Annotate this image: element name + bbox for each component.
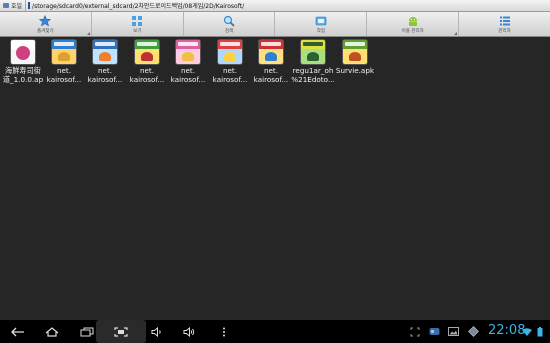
volume-down-icon <box>151 326 161 337</box>
path-separator <box>28 2 31 9</box>
app-manager-label: 어플 관리자 <box>401 28 424 34</box>
fullscreen-toggle[interactable] <box>408 320 422 343</box>
file-name: net. kairosof... <box>129 66 165 84</box>
fullscreen-icon <box>410 327 420 336</box>
file-name: net. kairosof... <box>253 66 289 84</box>
back-button[interactable] <box>8 320 28 343</box>
image-icon <box>447 327 459 336</box>
file-item[interactable]: net. kairosof... <box>167 39 209 84</box>
star-icon <box>39 14 52 27</box>
search-icon <box>223 15 235 27</box>
volume-down-button[interactable] <box>148 320 166 343</box>
wifi-status <box>521 320 533 343</box>
app-thumbnail <box>134 39 160 65</box>
file-name: 海鮮寿司街 道_1.0.0.ap <box>2 66 44 84</box>
overflow-menu-icon <box>223 327 225 336</box>
volume-up-button[interactable] <box>180 320 198 343</box>
home-label: 호일 <box>11 3 23 10</box>
file-item[interactable]: net. kairosof... <box>250 39 292 84</box>
file-grid: 海鮮寿司街 道_1.0.0.ap net. kairosof... net. k… <box>0 38 550 318</box>
app-manager-button[interactable]: 어플 관리자 <box>367 12 460 36</box>
toolbar: 즐겨찾기 보기 검색 작업 어플 관리자 관리자 <box>0 12 550 37</box>
app-thumbnail <box>300 39 326 65</box>
file-name: net. kairosof... <box>170 66 206 84</box>
file-name: Survie.apk <box>335 66 375 75</box>
volume-up-icon <box>183 326 195 337</box>
favorites-button[interactable]: 즐겨찾기 <box>0 12 92 36</box>
app-thumbnail <box>175 39 201 65</box>
battery-icon <box>537 326 543 336</box>
search-label: 검색 <box>224 28 234 34</box>
recent-apps-icon <box>80 327 94 336</box>
android-icon <box>408 16 417 26</box>
gamepad-icon <box>429 328 439 335</box>
file-name: net. kairosof... <box>212 66 248 84</box>
home-nav-button[interactable] <box>42 320 62 343</box>
task-button[interactable]: 작업 <box>275 12 368 36</box>
task-label: 작업 <box>316 28 326 34</box>
list-icon <box>499 16 510 25</box>
app-thumbnail <box>217 39 243 65</box>
system-navigation-bar: 22:08 <box>0 320 550 343</box>
manager-label: 관리자 <box>498 28 511 34</box>
file-item[interactable]: regu1ar_oh %21Edoto... <box>291 39 335 84</box>
home-nav-icon <box>45 326 59 337</box>
view-button[interactable]: 보기 <box>92 12 184 36</box>
path-bar[interactable]: 호일 /storage/sdcard0/external_sdcard/2차안드… <box>0 0 550 12</box>
diamond-app-icon <box>467 326 479 337</box>
app-thumbnail <box>51 39 77 65</box>
file-name: net. kairosof... <box>46 66 82 84</box>
view-icon <box>132 15 143 26</box>
corner-indicator <box>86 32 90 35</box>
file-name: net. kairosof... <box>87 66 123 84</box>
file-item[interactable]: net. kairosof... <box>209 39 251 84</box>
file-item[interactable]: net. kairosof... <box>84 39 126 84</box>
home-button[interactable]: 호일 <box>0 0 27 11</box>
app-thumbnail <box>10 39 36 65</box>
current-path: /storage/sdcard0/external_sdcard/2차안드로이드… <box>32 3 245 10</box>
recent-apps-button[interactable] <box>77 320 97 343</box>
battery-status <box>535 320 545 343</box>
corner-indicator <box>454 32 458 35</box>
app-thumbnail <box>92 39 118 65</box>
notification-game-icon[interactable] <box>427 320 441 343</box>
app-thumbnail <box>258 39 284 65</box>
file-item[interactable]: Survie.apk <box>334 39 376 76</box>
favorites-label: 즐겨찾기 <box>37 28 54 34</box>
app-thumbnail <box>342 39 368 65</box>
notification-app-icon[interactable] <box>466 320 480 343</box>
home-icon <box>3 3 9 8</box>
manager-button[interactable]: 관리자 <box>459 12 550 36</box>
screenshot-button[interactable] <box>111 320 131 343</box>
back-icon <box>11 327 24 336</box>
view-label: 보기 <box>133 28 142 34</box>
file-item[interactable]: net. kairosof... <box>43 39 85 84</box>
file-item[interactable]: 海鮮寿司街 道_1.0.0.ap <box>2 39 44 84</box>
task-icon <box>315 16 327 25</box>
screenshot-icon <box>114 326 128 337</box>
wifi-icon <box>522 327 532 336</box>
file-name: regu1ar_oh %21Edoto... <box>291 66 335 84</box>
file-item[interactable]: net. kairosof... <box>126 39 168 84</box>
menu-button[interactable] <box>218 320 230 343</box>
notification-image-icon[interactable] <box>446 320 460 343</box>
clock: 22:08 <box>488 323 526 338</box>
search-button[interactable]: 검색 <box>184 12 276 36</box>
